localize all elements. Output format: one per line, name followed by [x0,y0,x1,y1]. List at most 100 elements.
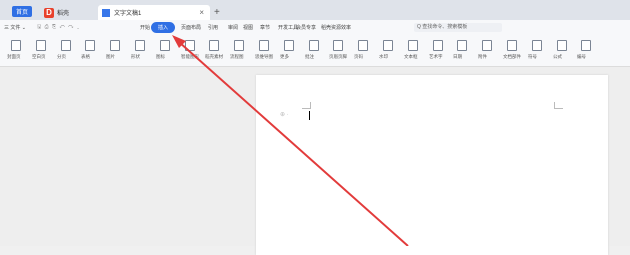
ribbon-button-label: 图片 [106,54,115,59]
ribbon-button-label: 艺术字 [429,54,443,59]
tab-references[interactable]: 引用 [208,24,218,31]
picture-icon [110,40,120,51]
margin-corner-mark [554,102,563,109]
ribbon-button-label: 空白页 [32,54,46,59]
tab-developer[interactable]: 开发工具 [278,24,298,31]
table-icon [85,40,95,51]
ribbon-button-label: 文本框 [404,54,418,59]
ribbon-button-label: 思维导图 [255,54,273,59]
blank-page-icon [36,40,46,51]
ribbon-button-label: 智能图形 [181,54,199,59]
ribbon-button-date[interactable]: 日期 [453,36,475,66]
menu-bar: 三 文件 ⌄ 🖫 ⎙ ⎘ ↶ ↷ ⌄ 开始 插入 页面布局 引用 审阅 视图 章… [0,20,630,36]
ribbon-button-more[interactable]: 更多 [280,36,302,66]
cover-page-icon [11,40,21,51]
tab-insert[interactable]: 插入 [151,22,176,33]
document-workspace: ⊕ · [0,67,630,255]
tab-document[interactable]: 文字文稿1 × [98,5,210,20]
ribbon-button-icons[interactable]: 图标 [156,36,178,66]
menu-file[interactable]: 三 文件 ⌄ [4,24,26,31]
ribbon-button-formula[interactable]: 公式 [553,36,575,66]
watermark-icon [383,40,393,51]
textbox-icon [408,40,418,51]
ribbon-button-label: 形状 [131,54,140,59]
ribbon-button-label: 公式 [553,54,562,59]
symbol-icon [532,40,542,51]
ribbon-button-blank-page[interactable]: 空白页 [32,36,54,66]
ribbon-button-wordart[interactable]: 艺术字 [429,36,451,66]
ribbon-button-page-number[interactable]: 页码 [354,36,376,66]
ribbon-button-picture[interactable]: 图片 [106,36,128,66]
tab-docer[interactable]: D 稻壳 [44,5,69,20]
ribbon-button-label: 流程图 [230,54,244,59]
tab-document-label: 文字文稿1 [114,11,142,17]
insert-ribbon: 封面页 空白页 分页 表格 图片 形状 图标 智能图形 稻壳素材 流程图 思维导图 更多 批注 页眉页脚 页… [0,36,630,67]
tab-start[interactable]: 开始 [140,24,150,31]
mindmap-icon [259,40,269,51]
tab-chapter[interactable]: 章节 [260,24,270,31]
page-break-icon [61,40,71,51]
wordart-icon [433,40,443,51]
text-cursor [309,111,310,120]
tab-efficiency[interactable]: 效率 [341,24,351,31]
quick-access-toolbar[interactable]: 🖫 ⎙ ⎘ ↶ ↷ ⌄ [37,24,80,32]
ribbon-button-label: 页码 [354,54,363,59]
ribbon-button-label: 稻壳素材 [205,54,223,59]
document-page[interactable]: ⊕ · [256,75,608,255]
ribbon-button-header-footer[interactable]: 页眉页脚 [329,36,351,66]
search-input[interactable]: Q 查找命令、搜索模板 [414,23,502,32]
ribbon-button-smartart[interactable]: 智能图形 [181,36,203,66]
ribbon-button-shape[interactable]: 形状 [131,36,153,66]
ribbon-button-label: 图标 [156,54,165,59]
doc-parts-icon [507,40,517,51]
tab-member[interactable]: 会员专享 [296,24,316,31]
tab-home[interactable]: 首页 [12,6,32,17]
ribbon-button-label: 表格 [81,54,90,59]
ribbon-button-label: 文档部件 [503,54,521,59]
page-number-icon [358,40,368,51]
ribbon-button-label: 附件 [478,54,487,59]
numbering-icon [581,40,591,51]
ribbon-button-label: 封面页 [7,54,21,59]
ribbon-button-doc-parts[interactable]: 文档部件 [503,36,525,66]
material-icon [209,40,219,51]
tab-page-layout[interactable]: 页面布局 [181,24,201,31]
ribbon-button-label: 页眉页脚 [329,54,347,59]
flowchart-icon [234,40,244,51]
close-tab-icon[interactable]: × [199,8,204,17]
formula-icon [557,40,567,51]
tab-bar: 首页 D 稻壳 文字文稿1 × + [0,0,630,20]
tab-docer-label: 稻壳 [57,11,70,17]
ribbon-button-numbering[interactable]: 编号 [577,36,599,66]
ribbon-button-page-break[interactable]: 分页 [57,36,79,66]
icons-icon [160,40,170,51]
more-icon [284,40,294,51]
comment-icon [309,40,319,51]
wps-logo-icon: D [44,7,54,18]
ribbon-button-label: 水印 [379,54,388,59]
ribbon-button-table[interactable]: 表格 [81,36,103,66]
date-icon [457,40,467,51]
ribbon-button-label: 日期 [453,54,462,59]
ribbon-button-label: 分页 [57,54,66,59]
attachment-icon [482,40,492,51]
ribbon-button-material[interactable]: 稻壳素材 [205,36,227,66]
ribbon-button-mindmap[interactable]: 思维导图 [255,36,277,66]
shape-icon [135,40,145,51]
ribbon-button-label: 编号 [577,54,586,59]
paragraph-handle-icon[interactable]: ⊕ · [280,111,289,118]
ribbon-button-watermark[interactable]: 水印 [379,36,401,66]
ribbon-button-label: 批注 [305,54,314,59]
tab-view[interactable]: 视图 [243,24,253,31]
new-tab-button[interactable]: + [214,5,220,20]
ribbon-button-attachment[interactable]: 附件 [478,36,500,66]
ribbon-button-symbol[interactable]: 符号 [528,36,550,66]
ribbon-button-cover-page[interactable]: 封面页 [7,36,29,66]
smartart-icon [185,40,195,51]
tab-docer-resources[interactable]: 稻壳资源 [321,24,341,31]
ribbon-button-comment[interactable]: 批注 [305,36,327,66]
ribbon-button-flowchart[interactable]: 流程图 [230,36,252,66]
tab-review[interactable]: 审阅 [228,24,238,31]
ribbon-button-textbox[interactable]: 文本框 [404,36,426,66]
tab-home-label: 首页 [15,10,28,16]
